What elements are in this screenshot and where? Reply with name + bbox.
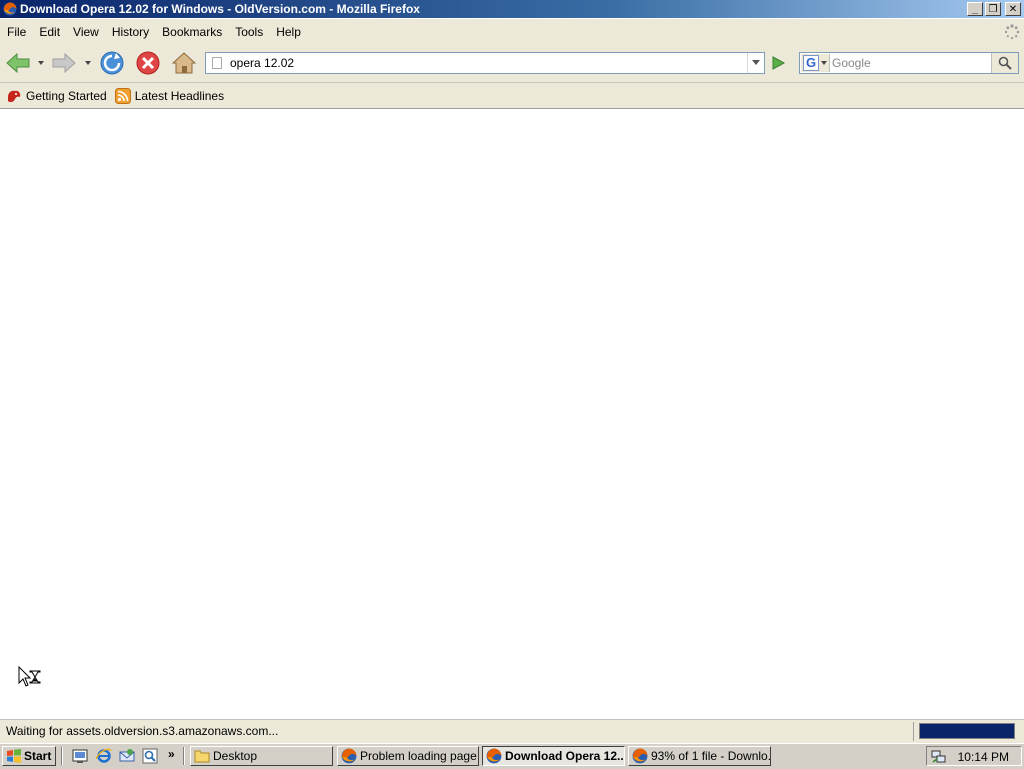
minimize-button[interactable]: _ xyxy=(967,2,983,16)
task-label: Download Opera 12... xyxy=(505,749,625,763)
bookmark-latest-headlines[interactable]: Latest Headlines xyxy=(114,87,225,104)
reload-icon[interactable] xyxy=(98,49,126,77)
bookmark-getting-started[interactable]: Getting Started xyxy=(6,88,107,104)
show-desktop-icon[interactable] xyxy=(72,748,88,764)
windows-logo-icon xyxy=(7,749,21,763)
menu-help[interactable]: Help xyxy=(270,25,307,39)
task-button-desktop[interactable]: Desktop xyxy=(190,746,333,766)
task-label: 93% of 1 file - Downlo... xyxy=(651,749,771,763)
firefox-icon xyxy=(486,748,502,764)
task-button-problem-loading[interactable]: Problem loading page ... xyxy=(337,746,479,766)
clock[interactable]: 10:14 PM xyxy=(958,750,1009,764)
task-label: Problem loading page ... xyxy=(360,749,479,763)
windows-taskbar: Start » Desktop Problem loading page ... xyxy=(0,743,1024,769)
bookmark-label: Getting Started xyxy=(26,88,107,103)
go-arrow-icon[interactable] xyxy=(770,55,786,71)
search-button[interactable] xyxy=(991,53,1018,73)
page-load-progress xyxy=(919,723,1015,739)
close-button[interactable]: ✕ xyxy=(1005,2,1021,16)
firefox-icon xyxy=(341,748,357,764)
system-tray: 10:14 PM xyxy=(926,746,1022,766)
task-button-download-opera[interactable]: Download Opera 12... xyxy=(482,746,625,766)
back-arrow-icon[interactable] xyxy=(4,49,32,77)
task-button-downloads[interactable]: 93% of 1 file - Downlo... xyxy=(628,746,771,766)
menu-bookmarks[interactable]: Bookmarks xyxy=(156,25,228,39)
status-text: Waiting for assets.oldversion.s3.amazona… xyxy=(6,724,279,738)
menu-history[interactable]: History xyxy=(106,25,155,39)
engine-dropdown-icon xyxy=(821,60,827,65)
home-icon[interactable] xyxy=(170,49,198,77)
taskbar-divider xyxy=(183,747,185,765)
start-button[interactable]: Start xyxy=(2,746,56,766)
minimize-icon: _ xyxy=(972,3,978,15)
page-icon xyxy=(212,57,222,69)
page-content[interactable] xyxy=(0,109,1024,718)
status-bar: Waiting for assets.oldversion.s3.amazona… xyxy=(0,719,1024,744)
window-titlebar: Download Opera 12.02 for Windows - OldVe… xyxy=(0,0,1024,18)
maximize-button[interactable]: ❐ xyxy=(985,2,1001,16)
bookmark-label: Latest Headlines xyxy=(134,88,225,103)
search-input[interactable]: Google xyxy=(832,53,871,73)
menu-edit[interactable]: Edit xyxy=(33,25,66,39)
google-icon: G xyxy=(803,55,819,71)
url-bar[interactable]: opera 12.02 xyxy=(205,52,765,74)
window-title: Download Opera 12.02 for Windows - OldVe… xyxy=(20,2,420,16)
quick-launch-divider xyxy=(61,747,63,765)
forward-arrow-icon[interactable] xyxy=(50,49,78,77)
status-divider xyxy=(913,722,914,741)
network-connection-icon[interactable] xyxy=(931,748,947,764)
firefox-bookmark-icon xyxy=(8,90,21,102)
menu-bar: File Edit View History Bookmarks Tools H… xyxy=(0,19,1024,44)
search-engine-selector[interactable]: G xyxy=(801,54,830,72)
back-history-dropdown-icon[interactable] xyxy=(38,61,44,65)
search-bar[interactable]: G Google xyxy=(799,52,1019,74)
internet-explorer-icon[interactable] xyxy=(96,748,112,764)
close-icon: ✕ xyxy=(1008,3,1018,15)
menu-view[interactable]: View xyxy=(67,25,105,39)
loading-throbber-icon xyxy=(1004,24,1020,40)
quick-launch-more-icon[interactable]: » xyxy=(168,747,175,761)
firefox-icon xyxy=(632,748,648,764)
rss-feed-icon xyxy=(114,87,131,104)
menu-tools[interactable]: Tools xyxy=(229,25,269,39)
url-input[interactable]: opera 12.02 xyxy=(230,53,294,73)
menu-file[interactable]: File xyxy=(1,25,32,39)
task-label: Desktop xyxy=(213,749,258,763)
bookmarks-toolbar: Getting Started Latest Headlines xyxy=(0,83,1024,109)
folder-icon xyxy=(194,750,210,763)
forward-history-dropdown-icon[interactable] xyxy=(85,61,91,65)
restore-icon: ❐ xyxy=(988,3,998,15)
start-label: Start xyxy=(24,749,52,763)
firefox-logo-icon xyxy=(3,2,17,16)
progress-fill xyxy=(920,724,1014,738)
magnifier-icon xyxy=(998,56,1012,70)
busy-cursor-icon xyxy=(18,666,41,687)
url-history-dropdown-icon[interactable] xyxy=(747,53,764,73)
search-window-icon[interactable] xyxy=(142,748,158,764)
outlook-express-icon[interactable] xyxy=(119,748,135,764)
stop-icon[interactable] xyxy=(134,49,162,77)
